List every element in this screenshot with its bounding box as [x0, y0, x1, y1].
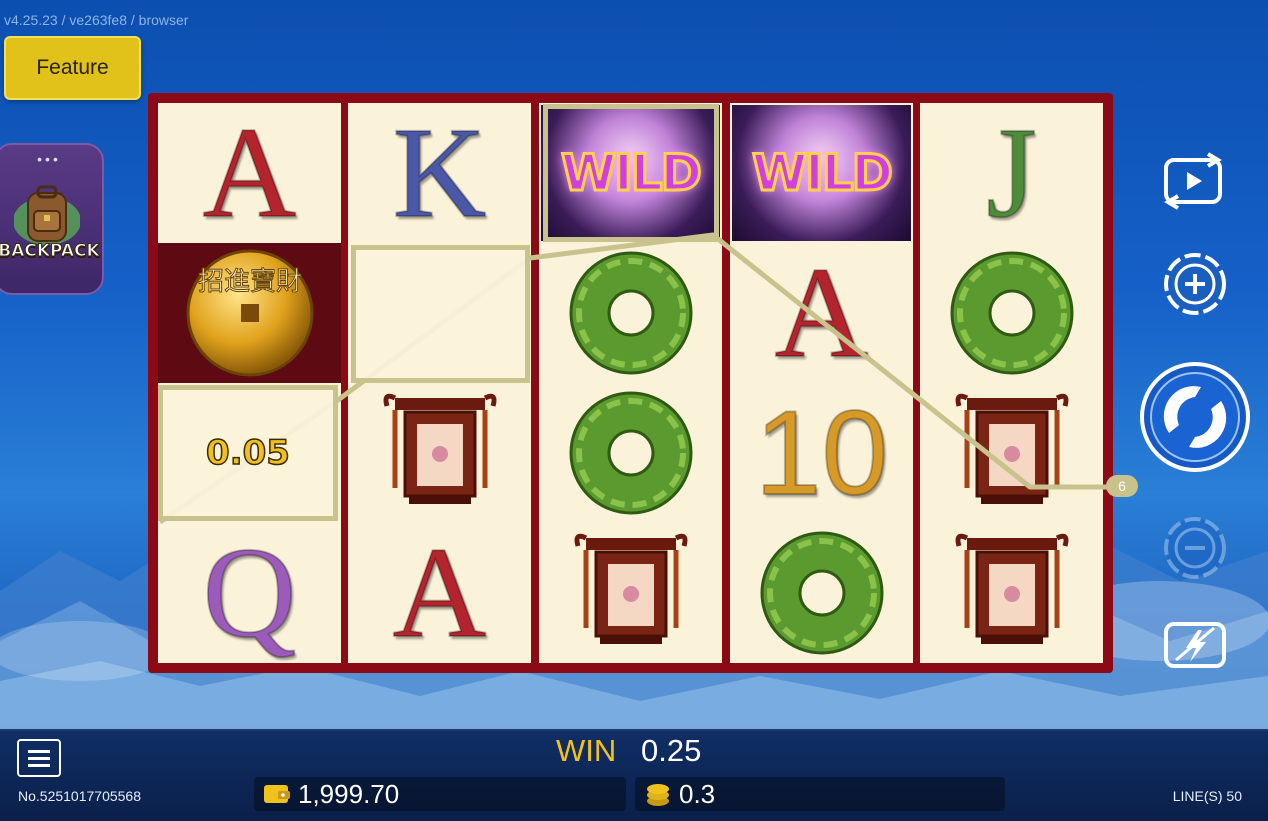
balance-value: 1,999.70 — [298, 778, 400, 809]
wallet-icon — [264, 785, 290, 803]
coins-icon — [647, 784, 669, 806]
bottom-bar — [0, 729, 1268, 821]
round-number: No.5251017705568 — [18, 788, 142, 804]
bet-value: 0.3 — [679, 778, 716, 809]
replay-icon[interactable] — [1160, 150, 1226, 212]
win-highlight-box: 0.05 — [158, 385, 338, 521]
prize-value: 0.05 — [205, 432, 290, 474]
balance-display: 1,999.70 — [254, 777, 626, 811]
turbo-icon[interactable] — [1162, 618, 1228, 672]
lines-count: LINE(S) 50 — [1172, 788, 1242, 804]
hamburger-icon — [28, 749, 50, 753]
menu-button[interactable] — [17, 739, 61, 777]
win-highlight-box — [351, 245, 530, 383]
bet-minus-icon[interactable] — [1163, 516, 1227, 580]
bet-display: 0.3 — [635, 777, 1005, 811]
payline-number-badge: 6 — [1106, 475, 1138, 497]
spin-icon[interactable] — [1139, 361, 1251, 473]
win-label: WIN — [556, 733, 617, 768]
bet-plus-icon[interactable] — [1163, 252, 1227, 316]
win-highlight-box — [543, 104, 719, 242]
win-value: 0.25 — [641, 733, 702, 768]
